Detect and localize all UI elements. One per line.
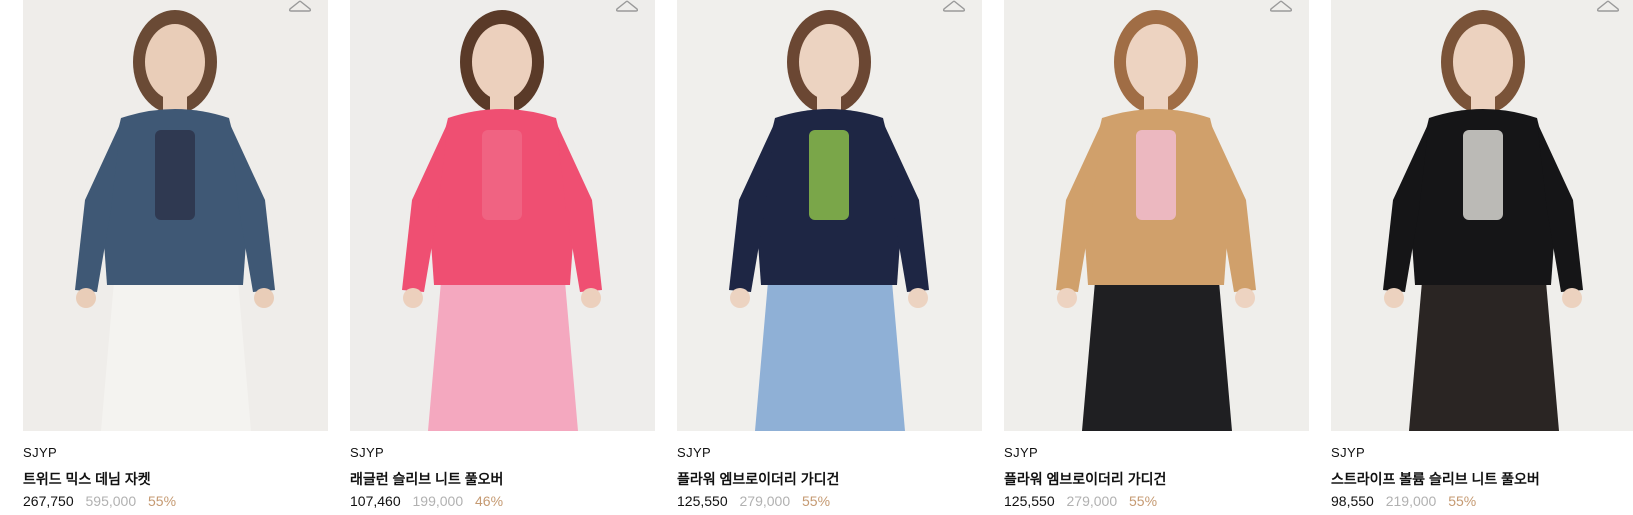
product-photo-illustration bbox=[677, 0, 982, 431]
discount-rate: 46% bbox=[475, 493, 504, 509]
original-price: 219,000 bbox=[1385, 493, 1437, 509]
product-name[interactable]: 플라워 엠브로이더리 가디건 bbox=[677, 469, 982, 489]
original-price: 279,000 bbox=[739, 493, 791, 509]
product-name[interactable]: 트위드 믹스 데님 자켓 bbox=[23, 469, 328, 489]
price-row: 125,550 279,000 55% bbox=[1004, 493, 1309, 509]
original-price: 279,000 bbox=[1066, 493, 1118, 509]
sale-price: 267,750 bbox=[23, 493, 74, 509]
hanger-icon[interactable] bbox=[288, 0, 312, 14]
product-brand[interactable]: SJYP bbox=[677, 445, 982, 463]
product-card[interactable]: SJYP 트위드 믹스 데님 자켓 267,750 595,000 55% bbox=[23, 0, 328, 515]
price-row: 98,550 219,000 55% bbox=[1331, 493, 1633, 509]
original-price: 199,000 bbox=[412, 493, 464, 509]
product-photo-illustration bbox=[1331, 0, 1633, 431]
product-image[interactable] bbox=[23, 0, 328, 431]
product-image[interactable] bbox=[1331, 0, 1633, 431]
product-card[interactable]: SJYP 플라워 엠브로이더리 가디건 125,550 279,000 55% bbox=[1004, 0, 1309, 515]
product-image[interactable] bbox=[677, 0, 982, 431]
discount-rate: 55% bbox=[1448, 493, 1477, 509]
product-name[interactable]: 스트라이프 볼륨 슬리브 니트 풀오버 bbox=[1331, 469, 1633, 489]
product-grid: SJYP 트위드 믹스 데님 자켓 267,750 595,000 55% SJ… bbox=[0, 0, 1633, 515]
product-brand[interactable]: SJYP bbox=[350, 445, 655, 463]
product-brand[interactable]: SJYP bbox=[1331, 445, 1633, 463]
product-photo-illustration bbox=[1004, 0, 1309, 431]
product-photo-illustration bbox=[350, 0, 655, 431]
sale-price: 125,550 bbox=[1004, 493, 1055, 509]
hanger-icon[interactable] bbox=[1269, 0, 1293, 14]
product-card[interactable]: SJYP 플라워 엠브로이더리 가디건 125,550 279,000 55% bbox=[677, 0, 982, 515]
product-brand[interactable]: SJYP bbox=[1004, 445, 1309, 463]
sale-price: 107,460 bbox=[350, 493, 401, 509]
original-price: 595,000 bbox=[85, 493, 137, 509]
discount-rate: 55% bbox=[1129, 493, 1158, 509]
product-name[interactable]: 래글런 슬리브 니트 풀오버 bbox=[350, 469, 655, 489]
hanger-icon[interactable] bbox=[1596, 0, 1620, 14]
sale-price: 125,550 bbox=[677, 493, 728, 509]
hanger-icon[interactable] bbox=[615, 0, 639, 14]
price-row: 125,550 279,000 55% bbox=[677, 493, 982, 509]
price-row: 107,460 199,000 46% bbox=[350, 493, 655, 509]
hanger-icon[interactable] bbox=[942, 0, 966, 14]
product-card[interactable]: SJYP 래글런 슬리브 니트 풀오버 107,460 199,000 46% bbox=[350, 0, 655, 515]
product-photo-illustration bbox=[23, 0, 328, 431]
product-image[interactable] bbox=[1004, 0, 1309, 431]
product-name[interactable]: 플라워 엠브로이더리 가디건 bbox=[1004, 469, 1309, 489]
product-brand[interactable]: SJYP bbox=[23, 445, 328, 463]
discount-rate: 55% bbox=[802, 493, 831, 509]
product-image[interactable] bbox=[350, 0, 655, 431]
discount-rate: 55% bbox=[148, 493, 177, 509]
sale-price: 98,550 bbox=[1331, 493, 1374, 509]
product-card[interactable]: SJYP 스트라이프 볼륨 슬리브 니트 풀오버 98,550 219,000 … bbox=[1331, 0, 1633, 515]
price-row: 267,750 595,000 55% bbox=[23, 493, 328, 509]
